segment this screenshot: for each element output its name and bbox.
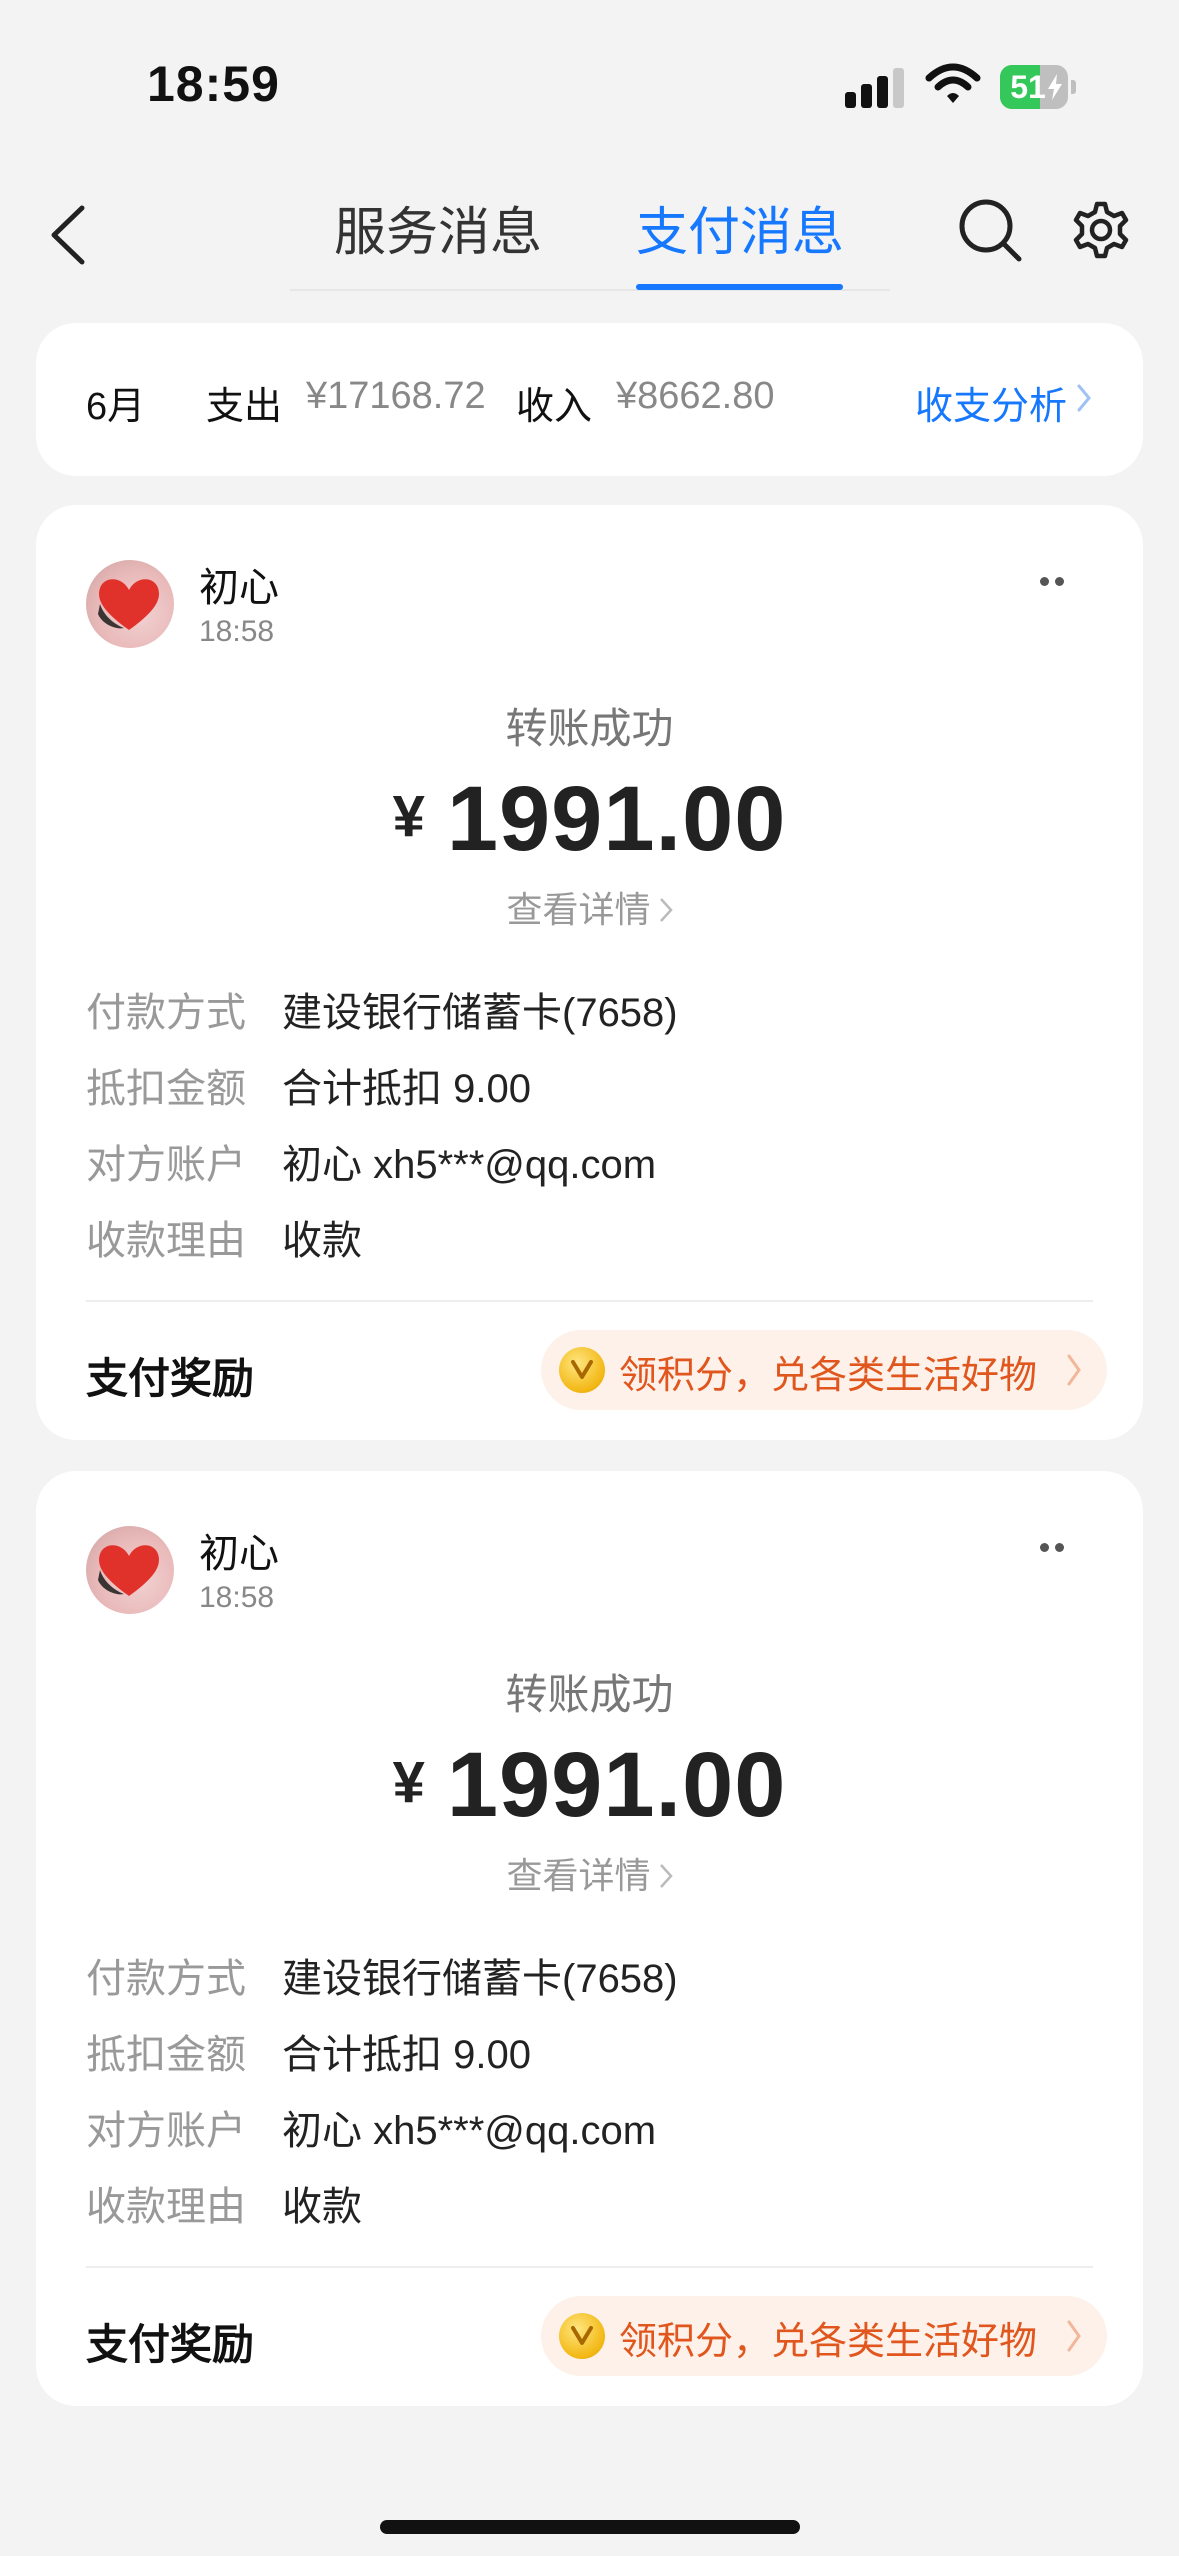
home-indicator[interactable] bbox=[380, 2520, 800, 2534]
expense-label: 支出 bbox=[206, 386, 283, 428]
view-details-label: 查看详情 bbox=[506, 1855, 651, 1896]
summary-month: 6月 bbox=[86, 386, 146, 428]
transfer-amount: 1991.00 bbox=[446, 1734, 787, 1836]
monthly-summary: 6月 支出 ¥17168.72 收入 ¥8662.80 收支分析 bbox=[36, 323, 1143, 476]
payee-name: 初心 bbox=[199, 1532, 279, 1576]
currency-symbol: ¥ bbox=[392, 1750, 425, 1815]
gear-icon[interactable] bbox=[1066, 195, 1136, 265]
cellular-signal-icon bbox=[845, 68, 905, 108]
reward-text: 领积分，兑各类生活好物 bbox=[619, 2321, 1038, 2363]
amount-row: ¥1991.00 bbox=[36, 1733, 1143, 1838]
amount-row: ¥1991.00 bbox=[36, 767, 1143, 872]
reward-label: 支付奖励 bbox=[86, 2321, 255, 2368]
expense-value: ¥17168.72 bbox=[306, 375, 486, 417]
detail-row-reason: 收款理由 收款 bbox=[86, 1219, 362, 1263]
income-expense-analysis-link[interactable]: 收支分析 bbox=[915, 375, 1067, 430]
transfer-amount: 1991.00 bbox=[446, 768, 787, 870]
more-dots-icon[interactable] bbox=[1040, 1543, 1070, 1553]
chevron-right-icon bbox=[1067, 1354, 1081, 1386]
active-tab-indicator bbox=[636, 284, 843, 290]
detail-row-deduction: 抵扣金额 合计抵扣 9.00 bbox=[86, 1067, 531, 1111]
chevron-right-icon bbox=[1077, 384, 1091, 412]
back-chevron-icon[interactable] bbox=[44, 200, 94, 270]
reward-button[interactable]: 领积分，兑各类生活好物 bbox=[541, 2296, 1107, 2376]
status-time: 18:59 bbox=[147, 56, 280, 112]
status-bar: 18:59 51 bbox=[0, 0, 1179, 170]
detail-row-payment-method: 付款方式 建设银行储蓄卡(7658) bbox=[86, 1957, 678, 2001]
chevron-right-icon bbox=[659, 1864, 673, 1888]
wifi-icon bbox=[925, 63, 981, 103]
view-details-link[interactable]: 查看详情 bbox=[36, 881, 1143, 933]
payment-card[interactable]: 初心 18:58 转账成功 ¥1991.00 查看详情 付款方式 建设银行储蓄卡(… bbox=[36, 505, 1143, 1440]
transfer-status: 转账成功 bbox=[505, 705, 674, 752]
message-time: 18:58 bbox=[199, 615, 275, 648]
more-dots-icon[interactable] bbox=[1040, 577, 1070, 587]
detail-row-reason: 收款理由 收款 bbox=[86, 2185, 362, 2229]
payment-card[interactable]: 初心 18:58 转账成功 ¥1991.00 查看详情 付款方式 建设银行储蓄卡(… bbox=[36, 1471, 1143, 2406]
detail-row-counterparty: 对方账户 初心 xh5***@qq.com bbox=[86, 2109, 657, 2153]
coin-icon bbox=[559, 2313, 605, 2359]
tab-service-messages[interactable]: 服务消息 bbox=[334, 198, 542, 268]
detail-row-counterparty: 对方账户 初心 xh5***@qq.com bbox=[86, 1143, 657, 1187]
heart-avatar bbox=[98, 1545, 159, 1596]
reward-label: 支付奖励 bbox=[86, 1355, 255, 1402]
battery-icon: 51 bbox=[1000, 65, 1076, 109]
view-details-label: 查看详情 bbox=[506, 889, 651, 930]
coin-icon bbox=[559, 1347, 605, 1393]
divider bbox=[86, 1300, 1093, 1302]
avatar[interactable] bbox=[86, 1526, 174, 1614]
payee-name: 初心 bbox=[199, 566, 279, 610]
reward-button[interactable]: 领积分，兑各类生活好物 bbox=[541, 1330, 1107, 1410]
reward-text: 领积分，兑各类生活好物 bbox=[619, 1355, 1038, 1397]
detail-row-payment-method: 付款方式 建设银行储蓄卡(7658) bbox=[86, 991, 678, 1035]
chevron-right-icon bbox=[1067, 2320, 1081, 2352]
heart-avatar bbox=[98, 579, 159, 630]
currency-symbol: ¥ bbox=[392, 784, 425, 849]
tab-payment-messages[interactable]: 支付消息 bbox=[636, 198, 844, 268]
top-nav: 服务消息 支付消息 bbox=[0, 170, 1179, 300]
search-icon[interactable] bbox=[955, 195, 1025, 265]
detail-row-deduction: 抵扣金额 合计抵扣 9.00 bbox=[86, 2033, 531, 2077]
divider bbox=[86, 2266, 1093, 2268]
message-time: 18:58 bbox=[199, 1581, 275, 1614]
chevron-right-icon bbox=[659, 898, 673, 922]
income-label: 收入 bbox=[516, 386, 593, 428]
income-value: ¥8662.80 bbox=[616, 375, 775, 417]
view-details-link[interactable]: 查看详情 bbox=[36, 1847, 1143, 1899]
avatar[interactable] bbox=[86, 560, 174, 648]
transfer-status: 转账成功 bbox=[505, 1671, 674, 1718]
